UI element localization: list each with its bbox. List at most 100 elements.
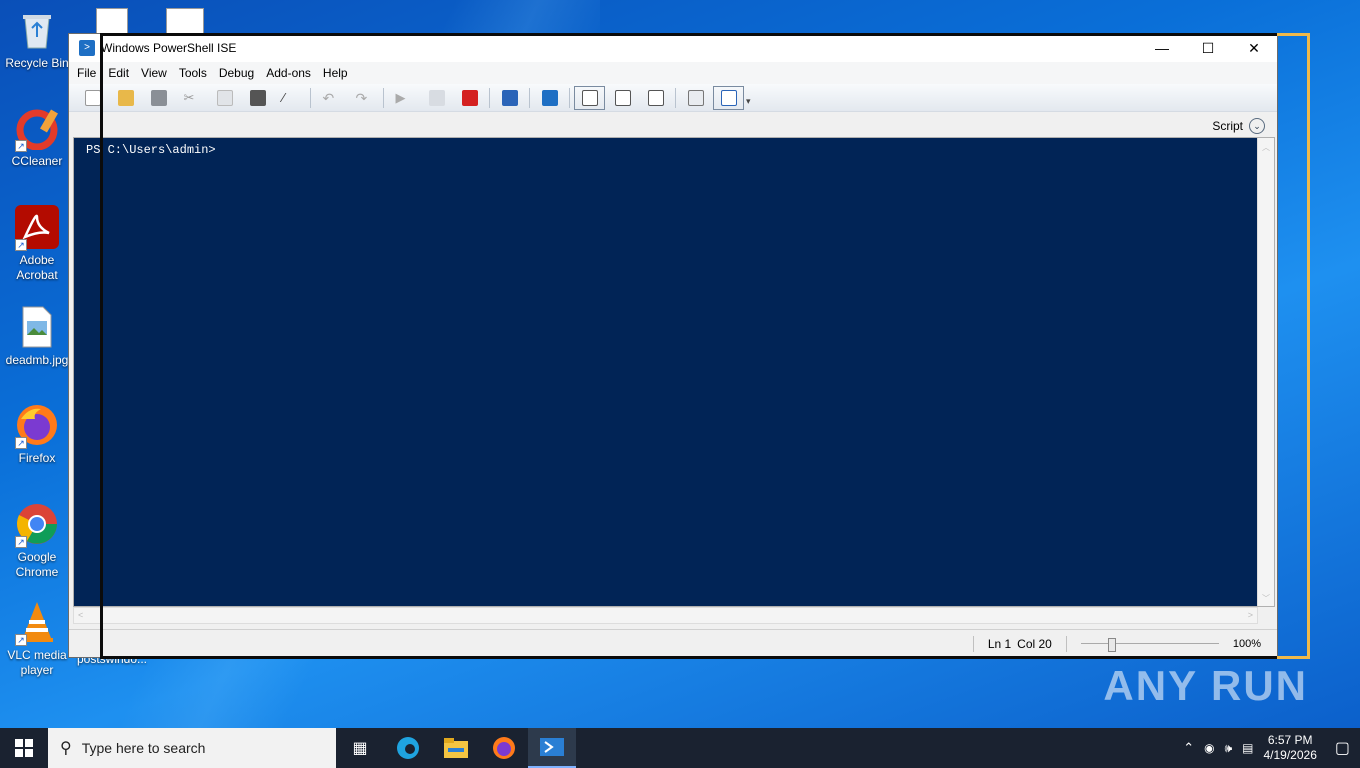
taskbar-search-box[interactable]: ⚲ Type here to search <box>48 728 336 768</box>
desktop-icon-vlc[interactable]: ↗ VLC media player <box>0 600 74 678</box>
shortcut-arrow-icon: ↗ <box>15 239 27 251</box>
volume-icon[interactable]: 🕪 <box>1225 741 1233 756</box>
console-prompt: PS C:\Users\admin> <box>86 143 216 157</box>
stop-button[interactable] <box>454 86 485 110</box>
document-file-icon[interactable] <box>96 8 128 34</box>
window-title: Windows PowerShell ISE <box>101 41 237 55</box>
open-file-button[interactable] <box>110 86 141 110</box>
taskbar-powershell-ise-button[interactable] <box>528 728 576 768</box>
cut-button[interactable]: ✂ <box>176 86 207 110</box>
powershell-ise-icon <box>540 738 564 756</box>
powershell-ise-window: > Windows PowerShell ISE — ☐ ✕ File Edit… <box>68 33 1278 658</box>
stop-icon <box>461 89 478 106</box>
scroll-right-arrow-icon[interactable]: > <box>1248 610 1253 620</box>
scroll-down-arrow-icon[interactable]: ﹀ <box>1258 593 1274 604</box>
taskbar-edge-button[interactable] <box>384 728 432 768</box>
show-command-addon-icon <box>687 89 704 106</box>
scroll-left-arrow-icon[interactable]: < <box>78 610 83 620</box>
toolbar-overflow-icon[interactable]: ▾ <box>746 96 751 107</box>
status-separator <box>972 635 974 652</box>
menu-debug[interactable]: Debug <box>213 66 260 80</box>
toolbar-separator <box>675 87 676 108</box>
text-file-icon[interactable] <box>166 8 204 34</box>
start-powershell-button[interactable] <box>534 86 565 110</box>
run-script-button[interactable]: ▶ <box>388 86 419 110</box>
column-number: Col 20 <box>1017 636 1052 651</box>
desktop-icon-ccleaner[interactable]: ↗ CCleaner <box>0 106 74 169</box>
clock-date: 4/19/2026 <box>1263 748 1317 762</box>
new-remote-tab-icon <box>501 89 518 106</box>
show-hidden-icons-chevron-icon[interactable]: ⌃ <box>1183 740 1194 756</box>
maximize-button[interactable]: ☐ <box>1185 34 1231 62</box>
shortcut-arrow-icon: ↗ <box>15 634 27 646</box>
start-button[interactable] <box>0 728 48 768</box>
powershell-ise-icon: > <box>79 40 95 56</box>
console-horizontal-scrollbar[interactable]: < > <box>73 607 1258 624</box>
toolbar-separator <box>383 87 384 108</box>
taskbar-firefox-button[interactable] <box>480 728 528 768</box>
task-view-button[interactable]: ▦ <box>336 728 384 768</box>
console-vertical-scrollbar[interactable]: ︿ ﹀ <box>1257 138 1274 606</box>
taskbar-clock[interactable]: 6:57 PM 4/19/2026 <box>1263 733 1316 763</box>
scroll-up-arrow-icon[interactable]: ︿ <box>1258 142 1274 153</box>
toolbar-separator <box>529 87 530 108</box>
new-remote-tab-button[interactable] <box>494 86 525 110</box>
show-command-window-button[interactable] <box>713 85 744 110</box>
show-command-addon-button[interactable] <box>680 86 711 110</box>
menu-tools[interactable]: Tools <box>173 66 213 80</box>
undo-button[interactable]: ↶ <box>315 86 346 110</box>
save-button[interactable] <box>143 86 174 110</box>
menu-file[interactable]: File <box>71 66 102 80</box>
zoom-slider[interactable] <box>1080 637 1219 652</box>
notifications-icon[interactable]: ▢ <box>1335 738 1350 758</box>
menu-bar: File Edit View Tools Debug Add-ons Help <box>69 62 1277 84</box>
menu-help[interactable]: Help <box>317 66 354 80</box>
meet-now-icon[interactable]: ◉ <box>1204 741 1214 755</box>
desktop-icon-label: Firefox <box>18 451 56 465</box>
copy-button[interactable] <box>209 86 240 110</box>
taskbar-file-explorer-button[interactable] <box>432 728 480 768</box>
show-script-maximized-button[interactable] <box>640 86 671 110</box>
run-script-icon: ▶ <box>395 89 406 105</box>
title-bar[interactable]: > Windows PowerShell ISE — ☐ ✕ <box>69 34 1277 62</box>
firefox-icon: ↗ <box>15 403 59 449</box>
line-number: Ln 1 <box>987 636 1012 651</box>
system-tray: ⌃ ◉ 🕪 ▤ 6:57 PM 4/19/2026 ▢ <box>1183 728 1360 768</box>
clear-console-button[interactable]: ⁄ <box>275 86 306 110</box>
show-script-maximized-icon <box>647 89 664 106</box>
menu-add-ons[interactable]: Add-ons <box>260 66 317 80</box>
zoom-level: 100% <box>1232 637 1261 650</box>
zoom-slider-thumb[interactable] <box>1107 637 1116 652</box>
show-script-right-button[interactable] <box>607 86 638 110</box>
menu-view[interactable]: View <box>135 66 173 80</box>
edge-icon <box>397 737 419 759</box>
menu-edit[interactable]: Edit <box>102 66 135 80</box>
desktop-icon-google-chrome[interactable]: ↗ Google Chrome <box>0 502 74 580</box>
desktop-icon-label: Adobe Acrobat <box>16 253 58 282</box>
desktop-icon-label: CCleaner <box>11 154 63 168</box>
close-button[interactable]: ✕ <box>1231 34 1277 62</box>
paste-button[interactable] <box>242 86 273 110</box>
run-selection-button[interactable] <box>421 86 452 110</box>
start-powershell-icon <box>541 89 558 106</box>
toolbar-separator <box>489 87 490 108</box>
chrome-icon: ↗ <box>15 502 59 548</box>
desktop-icon-recycle-bin[interactable]: Recycle Bin <box>0 8 74 71</box>
run-selection-icon <box>428 89 445 106</box>
desktop-icon-firefox[interactable]: ↗ Firefox <box>0 403 74 466</box>
toolbar-separator <box>310 87 311 108</box>
new-file-button[interactable] <box>77 86 108 110</box>
console-pane[interactable]: PS C:\Users\admin> ︿ ﹀ <box>73 137 1275 607</box>
show-script-top-button[interactable] <box>574 85 605 110</box>
redo-button[interactable]: ↷ <box>348 86 379 110</box>
recycle-bin-icon <box>15 8 59 52</box>
minimize-button[interactable]: — <box>1139 34 1185 62</box>
shortcut-arrow-icon: ↗ <box>15 140 27 152</box>
search-placeholder: Type here to search <box>81 740 206 756</box>
desktop-icon-deadmb[interactable]: deadmb.jpg <box>0 305 74 368</box>
show-script-pane-chevron-icon[interactable]: ⌄ <box>1249 118 1265 134</box>
paste-icon <box>249 89 266 106</box>
new-file-icon <box>84 89 101 106</box>
desktop-icon-adobe-acrobat[interactable]: ↗ Adobe Acrobat <box>0 205 74 283</box>
network-icon[interactable]: ▤ <box>1242 741 1253 755</box>
